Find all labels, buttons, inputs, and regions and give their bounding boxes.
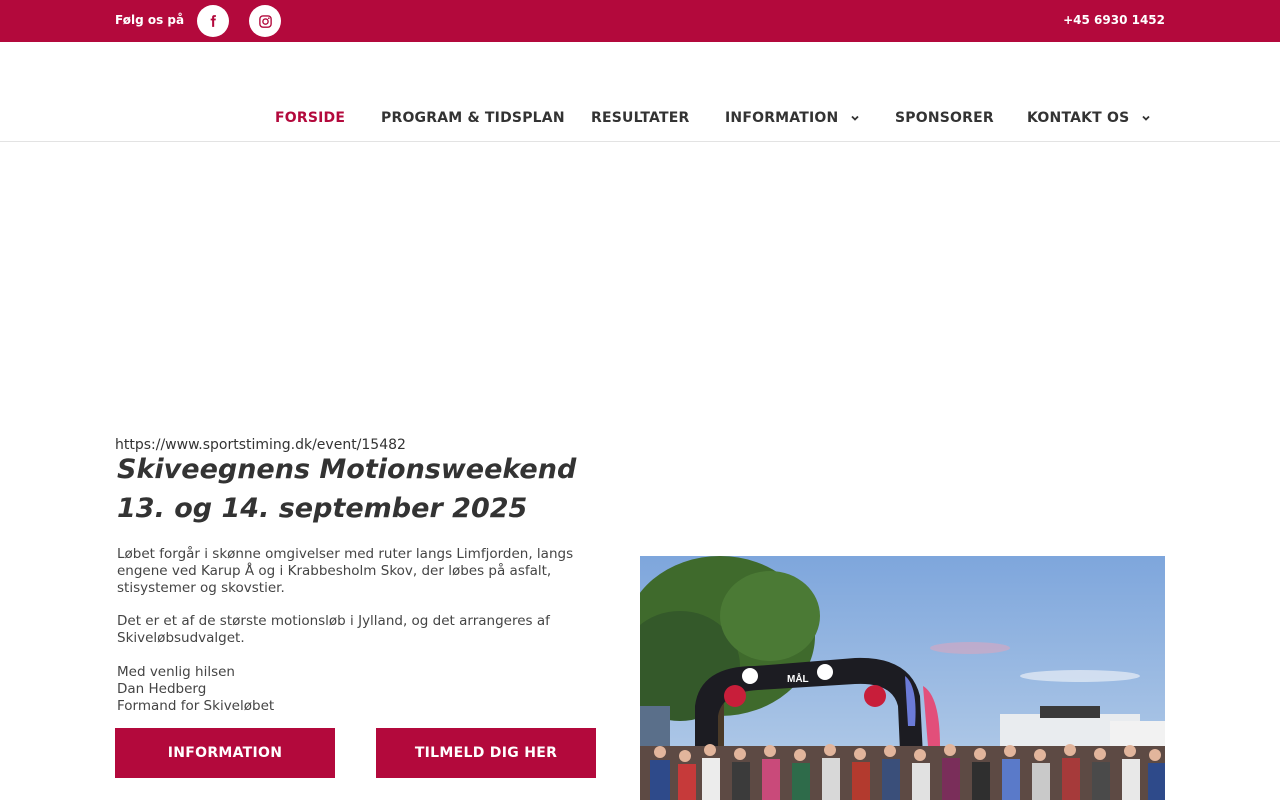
arch-finish-text: MÅL bbox=[787, 672, 809, 685]
nav-item-label: RESULTATER bbox=[591, 110, 690, 126]
race-finish-photo: MÅL bbox=[640, 556, 1165, 800]
facebook-icon bbox=[210, 15, 216, 27]
intro-paragraph: Løbet forgår i skønne omgivelser med rut… bbox=[117, 546, 574, 596]
signup-button[interactable]: TILMELD DIG HER bbox=[376, 728, 596, 778]
chevron-down-icon bbox=[850, 113, 860, 123]
nav-item-label: INFORMATION bbox=[725, 110, 839, 126]
nav-item-kontakt[interactable]: KONTAKT OS bbox=[1027, 110, 1151, 126]
top-bar: Følg os på +45 6930 1452 bbox=[0, 0, 1280, 42]
headline-line-1: Skiveegnens Motionsweekend bbox=[117, 454, 577, 485]
main-navigation: FORSIDE PROGRAM & TIDSPLAN RESULTATER IN… bbox=[0, 42, 1280, 142]
nav-item-resultater[interactable]: RESULTATER bbox=[591, 110, 690, 126]
greeting-text: Med venlig hilsen bbox=[117, 664, 235, 680]
nav-item-program[interactable]: PROGRAM & TIDSPLAN bbox=[381, 110, 565, 126]
nav-item-forside[interactable]: FORSIDE bbox=[275, 110, 345, 126]
headline-line-2: 13. og 14. september 2025 bbox=[117, 493, 528, 524]
information-button[interactable]: INFORMATION bbox=[115, 728, 335, 778]
signature-block: Med venlig hilsen Dan Hedberg Formand fo… bbox=[117, 664, 602, 715]
page-headline: Skiveegnens Motionsweekend 13. og 14. se… bbox=[117, 450, 576, 528]
signer-name: Dan Hedberg bbox=[117, 681, 207, 697]
nav-item-label: SPONSORER bbox=[895, 110, 994, 126]
instagram-link[interactable] bbox=[249, 5, 281, 37]
nav-item-sponsorer[interactable]: SPONSORER bbox=[895, 110, 994, 126]
organizer-paragraph: Det er et af de største motionsløb i Jyl… bbox=[117, 613, 550, 646]
signer-title: Formand for Skiveløbet bbox=[117, 698, 275, 714]
instagram-icon bbox=[258, 14, 272, 28]
nav-item-label: FORSIDE bbox=[275, 110, 346, 126]
nav-item-label: KONTAKT OS bbox=[1027, 110, 1130, 126]
follow-us-label: Følg os på bbox=[115, 13, 185, 27]
phone-number-link[interactable]: +45 6930 1452 bbox=[1063, 13, 1165, 27]
chevron-down-icon bbox=[1141, 113, 1151, 123]
facebook-link[interactable] bbox=[197, 5, 229, 37]
nav-item-information[interactable]: INFORMATION bbox=[725, 110, 860, 126]
nav-item-label: PROGRAM & TIDSPLAN bbox=[381, 110, 565, 126]
